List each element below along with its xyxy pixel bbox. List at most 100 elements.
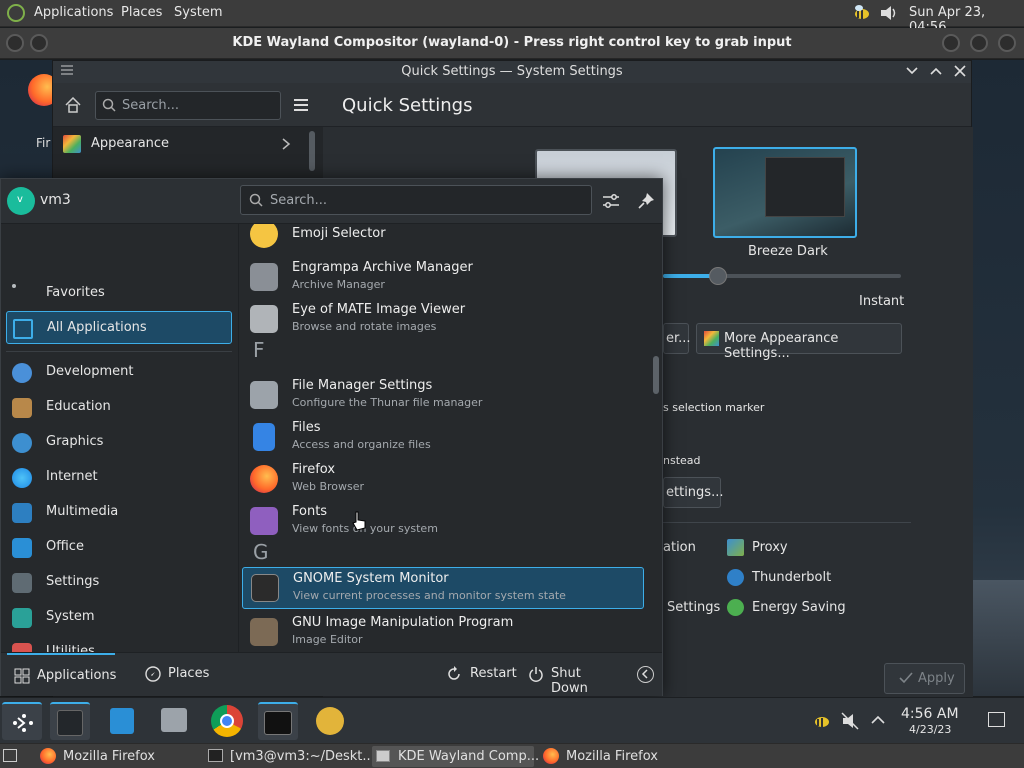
category-development[interactable]: Development: [6, 356, 232, 389]
pin-icon[interactable]: [637, 192, 655, 210]
app-engrampa[interactable]: Engrampa Archive Manager Archive Manager: [242, 257, 644, 297]
energy-saving-label: Energy Saving: [752, 600, 846, 615]
application-launcher-button[interactable]: [2, 702, 42, 740]
close-icon[interactable]: [953, 64, 967, 78]
category-utilities[interactable]: Utilities: [6, 636, 232, 663]
restart-button[interactable]: Restart: [443, 659, 517, 689]
task-chrome[interactable]: [206, 702, 246, 740]
avatar[interactable]: v: [7, 187, 35, 215]
chevron-up-icon[interactable]: [929, 64, 943, 78]
sliders-icon[interactable]: [602, 192, 620, 210]
compositor-titlebar[interactable]: KDE Wayland Compositor (wayland-0) - Pre…: [0, 28, 1024, 59]
app-emoji-selector[interactable]: Emoji Selector: [242, 224, 644, 254]
settings-titlebar[interactable]: Quick Settings — System Settings: [53, 61, 971, 83]
mouse-pointer-hand-icon: [352, 511, 368, 531]
tray-expand-icon[interactable]: [870, 713, 886, 727]
partial-label-notification[interactable]: ation: [663, 540, 696, 555]
category-all-applications[interactable]: All Applications: [6, 311, 232, 344]
scrollbar-thumb[interactable]: [653, 356, 659, 394]
task-system-settings[interactable]: [50, 702, 90, 740]
maximize-button[interactable]: [970, 34, 988, 52]
wallpaper-button[interactable]: er...: [663, 323, 691, 354]
app-name: GNOME System Monitor: [293, 571, 449, 586]
configure-settings-button[interactable]: ettings...: [663, 477, 724, 508]
multimedia-icon: [12, 503, 32, 523]
hamburger-menu-icon[interactable]: [293, 97, 309, 113]
minimize-button[interactable]: [942, 34, 960, 52]
configure-settings-label: ettings...: [666, 485, 724, 500]
mate-logo-icon[interactable]: [7, 4, 25, 22]
apply-button[interactable]: Apply: [884, 663, 965, 694]
places-menu[interactable]: Places: [121, 5, 162, 20]
app-fonts[interactable]: FontsView fonts on your system: [242, 501, 644, 541]
task-terminal[interactable]: [258, 702, 298, 740]
plasma-panel: 4:56 AM 4/23/23: [0, 697, 1024, 743]
proxy-link[interactable]: Proxy: [727, 538, 847, 558]
energy-saving-link[interactable]: Energy Saving: [727, 598, 867, 618]
slider-handle[interactable]: [709, 267, 727, 285]
app-eye-of-mate[interactable]: Eye of MATE Image Viewer Browse and rotat…: [242, 299, 644, 339]
category-education[interactable]: Education: [6, 391, 232, 424]
category-system[interactable]: System: [6, 601, 232, 634]
terminal-icon: [208, 749, 223, 762]
show-desktop-icon[interactable]: [988, 712, 1005, 727]
bee-tray-icon[interactable]: [812, 711, 832, 731]
sidebar-scrollbar[interactable]: [309, 131, 315, 171]
app-gnome-system-monitor[interactable]: GNOME System Monitor View current process…: [242, 567, 644, 609]
launcher-header: v vm3 Search...: [1, 179, 662, 224]
system-menu[interactable]: System: [174, 5, 222, 20]
task-file-manager[interactable]: [154, 702, 194, 740]
taskbar-item-firefox[interactable]: Mozilla Firefox: [38, 746, 200, 767]
theme-thumbnail-breeze-dark[interactable]: [713, 147, 857, 238]
taskbar-item-label: KDE Wayland Comp...: [398, 749, 540, 764]
launcher-search-input[interactable]: Search...: [240, 185, 592, 215]
sidebar-item-appearance[interactable]: Appearance: [53, 129, 303, 159]
applications-tab[interactable]: Applications: [7, 653, 116, 695]
animation-speed-slider[interactable]: [663, 267, 901, 285]
category-office[interactable]: Office: [6, 531, 232, 564]
more-appearance-label: More Appearance Settings...: [724, 331, 839, 361]
more-appearance-settings-button[interactable]: More Appearance Settings...: [696, 323, 902, 361]
category-internet[interactable]: Internet: [6, 461, 232, 494]
compositor-window-icon: [376, 750, 390, 762]
chevron-left-icon: [641, 669, 648, 679]
taskbar-item-firefox-2[interactable]: Mozilla Firefox: [540, 746, 702, 767]
settings-search-input[interactable]: Search...: [95, 91, 281, 120]
show-desktop-button[interactable]: [3, 749, 17, 762]
app-name: Engrampa Archive Manager: [292, 260, 473, 275]
app-files[interactable]: Files Access and organize files: [242, 417, 644, 457]
chevron-down-icon[interactable]: [905, 64, 919, 78]
app-description: Image Editor: [292, 633, 363, 646]
gimp-icon: [250, 618, 278, 646]
bee-tray-icon[interactable]: [852, 3, 872, 23]
volume-muted-icon[interactable]: [840, 711, 860, 731]
app-firefox[interactable]: Firefox Web Browser: [242, 459, 644, 499]
app-description: Configure the Thunar file manager: [292, 396, 483, 409]
app-gimp[interactable]: GNU Image Manipulation Program Image Edit…: [242, 612, 644, 652]
category-multimedia[interactable]: Multimedia: [6, 496, 232, 529]
thunderbolt-link[interactable]: Thunderbolt: [727, 568, 867, 588]
volume-icon[interactable]: [878, 3, 898, 23]
close-button[interactable]: [998, 34, 1016, 52]
taskbar-item-terminal[interactable]: [vm3@vm3:~/Deskt...: [206, 746, 375, 767]
places-tab-label: Places: [168, 666, 210, 681]
shutdown-button[interactable]: Shut Down: [525, 659, 621, 696]
more-options-button[interactable]: [637, 666, 654, 683]
app-description: View current processes and monitor syste…: [293, 589, 566, 602]
applications-menu[interactable]: Applications: [34, 5, 113, 20]
partial-label-settings[interactable]: Settings: [667, 600, 720, 615]
panel-clock-time[interactable]: 4:56 AM: [901, 706, 959, 722]
category-graphics[interactable]: Graphics: [6, 426, 232, 459]
task-discover[interactable]: [102, 702, 142, 740]
home-icon[interactable]: [65, 96, 81, 113]
app-file-manager-settings[interactable]: File Manager Settings Configure the Thuna…: [242, 375, 644, 415]
launcher-scrollbar[interactable]: [649, 224, 663, 652]
category-settings[interactable]: Settings: [6, 566, 232, 599]
category-favorites[interactable]: Favorites: [6, 277, 232, 310]
taskbar-item-kde-compositor[interactable]: KDE Wayland Comp...: [372, 746, 539, 767]
grid-icon: [14, 668, 30, 684]
task-yellow-app[interactable]: [310, 702, 350, 740]
places-tab[interactable]: Places: [137, 653, 227, 695]
apply-label: Apply: [918, 671, 955, 686]
panel-clock-date[interactable]: 4/23/23: [909, 723, 951, 736]
